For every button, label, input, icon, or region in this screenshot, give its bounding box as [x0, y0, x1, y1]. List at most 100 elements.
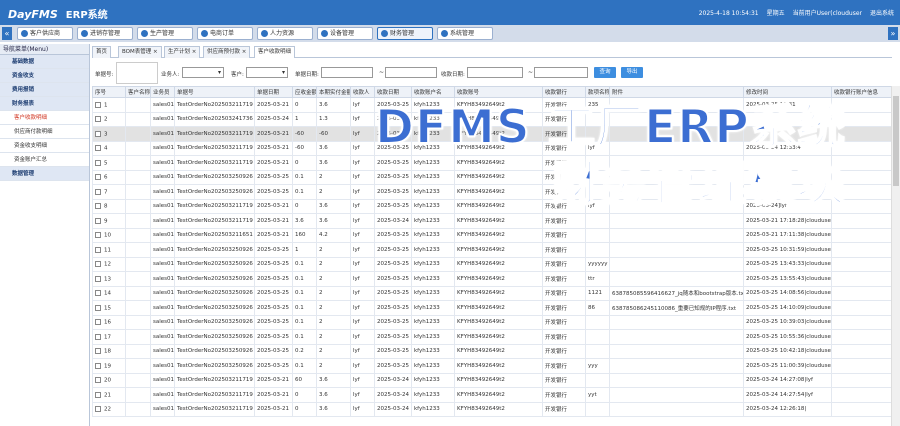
- row-checkbox[interactable]: [95, 174, 101, 180]
- table-row[interactable]: 21 sales01 TestOrderNo202503211719 2025-03-…: [92, 387, 891, 403]
- nav-system[interactable]: 系统管理: [437, 27, 493, 40]
- order-date-start[interactable]: [321, 67, 373, 78]
- row-checkbox[interactable]: [95, 275, 101, 282]
- row-checkbox[interactable]: [95, 116, 101, 122]
- row-checkbox[interactable]: [95, 101, 101, 108]
- tab-customer-receipts[interactable]: 客户收款明细: [254, 46, 296, 58]
- nav-ecommerce[interactable]: 电商订单: [197, 27, 253, 40]
- receipt-date-end[interactable]: [534, 67, 588, 78]
- table-cell: 6: [92, 169, 126, 185]
- row-checkbox[interactable]: [95, 130, 101, 137]
- column-header[interactable]: 收款人: [350, 86, 375, 98]
- table-row[interactable]: 12 sales01 TestOrderNo202503250926 2025-03-…: [92, 256, 891, 272]
- nav-equipment[interactable]: 设备管理: [317, 27, 373, 40]
- table-row[interactable]: 10 sales01 TestOrderNo202503211651 2025-03-…: [92, 227, 891, 243]
- row-checkbox[interactable]: [95, 232, 101, 238]
- table-cell: 2025-03-25 10:31:59|clouduser: [743, 242, 832, 258]
- row-checkbox[interactable]: [95, 406, 101, 412]
- column-header[interactable]: 单据日期: [254, 86, 293, 98]
- salesman-select[interactable]: ▾: [182, 67, 224, 78]
- table-row[interactable]: 19 sales01 TestOrderNo202503250926 2025-03-…: [92, 358, 891, 374]
- table-cell: kfyh1233: [411, 300, 455, 316]
- tab-bom[interactable]: BOM表管理 ×: [118, 46, 162, 58]
- row-checkbox[interactable]: [95, 304, 101, 311]
- row-checkbox[interactable]: [95, 333, 101, 340]
- table-cell: lyf: [350, 358, 375, 374]
- column-header[interactable]: 单据号: [174, 86, 255, 98]
- row-checkbox[interactable]: [95, 290, 101, 296]
- table-cell: sales01: [150, 401, 175, 417]
- row-checkbox[interactable]: [95, 319, 101, 325]
- table-row[interactable]: 20 sales01 TestOrderNo202503211719 2025-03-…: [92, 372, 891, 388]
- row-checkbox[interactable]: [95, 391, 101, 398]
- row-checkbox[interactable]: [95, 188, 101, 195]
- column-header[interactable]: 本期实付金额: [316, 86, 351, 98]
- row-checkbox[interactable]: [95, 145, 101, 151]
- row-checkbox[interactable]: [95, 246, 101, 253]
- sidebar-item-expense[interactable]: 费用报销: [0, 83, 89, 97]
- order-date-label: 单据日期:: [295, 72, 319, 78]
- table-cell: 2025-03-25: [374, 314, 412, 330]
- sidebar-item-supplier-payments[interactable]: 供应商付款明细: [0, 125, 89, 139]
- table-row[interactable]: 17 sales01 TestOrderNo202503250926 2025-03-…: [92, 329, 891, 345]
- table-row[interactable]: 14 sales01 TestOrderNo202503250926 2025-03-…: [92, 285, 891, 301]
- table-row[interactable]: 13 sales01 TestOrderNo202503250926 2025-03-…: [92, 271, 891, 287]
- row-checkbox[interactable]: [95, 261, 101, 267]
- table-cell: 0.1: [292, 285, 317, 301]
- sidebar-item-data-management[interactable]: 数据管理: [0, 167, 89, 181]
- row-checkbox[interactable]: [95, 377, 101, 383]
- row-checkbox[interactable]: [95, 348, 101, 354]
- nav-hr[interactable]: 人力资源: [257, 27, 313, 40]
- table-cell: sales01: [150, 227, 175, 243]
- logout-link[interactable]: 退出系统: [870, 10, 894, 17]
- sidebar-item-customer-receipts[interactable]: 客户收款明细: [0, 111, 89, 125]
- row-checkbox[interactable]: [95, 217, 101, 224]
- nav-inventory[interactable]: 进销存管理: [77, 27, 133, 40]
- column-header[interactable]: 客户名称: [125, 86, 151, 98]
- table-cell: 2025-03-25 13:55:43|clouduser: [743, 271, 832, 287]
- nav-production[interactable]: 生产管理: [137, 27, 193, 40]
- row-checkbox[interactable]: [95, 159, 101, 166]
- grid-scrollbar-thumb[interactable]: [893, 96, 899, 186]
- table-cell: [125, 184, 151, 200]
- table-cell: 0.2: [292, 343, 317, 359]
- column-header[interactable]: 业务员: [150, 86, 175, 98]
- search-button[interactable]: 查询: [594, 67, 616, 78]
- table-row[interactable]: 18 sales01 TestOrderNo202503250926 2025-03-…: [92, 343, 891, 359]
- table-row[interactable]: 16 sales01 TestOrderNo202503250926 2025-03-…: [92, 314, 891, 330]
- receipt-date-start[interactable]: [467, 67, 523, 78]
- tab-home[interactable]: 首页: [92, 46, 112, 58]
- table-cell: [609, 372, 744, 388]
- table-row[interactable]: 15 sales01 TestOrderNo202503250926 2025-03-…: [92, 300, 891, 316]
- table-cell: sales01: [150, 285, 175, 301]
- nav-customer-supplier[interactable]: 客户供应商: [17, 27, 73, 40]
- table-cell: lyf: [350, 227, 375, 243]
- table-cell: 2025-03-25: [254, 242, 293, 258]
- nav-scroll-left-icon[interactable]: «: [2, 27, 12, 40]
- table-row[interactable]: 11 sales01 TestOrderNo202503250926 2025-03-…: [92, 242, 891, 258]
- table-cell: 0.1: [292, 329, 317, 345]
- nav-scroll-right-icon[interactable]: »: [888, 27, 898, 40]
- order-no-input[interactable]: [116, 62, 158, 84]
- tab-production-plan[interactable]: 生产计划 ×: [164, 46, 201, 58]
- sidebar-item-account-summary[interactable]: 资金账户汇总: [0, 153, 89, 167]
- table-row[interactable]: 9 sales01 TestOrderNo202503211719 2025-03-2…: [92, 213, 891, 229]
- export-button[interactable]: 导出: [621, 67, 643, 78]
- row-checkbox[interactable]: [95, 362, 101, 369]
- row-checkbox[interactable]: [95, 203, 101, 209]
- order-date-end[interactable]: [385, 67, 437, 78]
- column-header[interactable]: 序号: [92, 86, 126, 98]
- grid-scrollbar[interactable]: [891, 86, 900, 426]
- table-cell: 开发银行: [542, 227, 586, 243]
- sidebar-item-fund-details[interactable]: 资金收支明细: [0, 139, 89, 153]
- column-header[interactable]: 应收金额: [292, 86, 317, 98]
- table-cell: 2: [316, 285, 351, 301]
- customer-select[interactable]: ▾: [246, 67, 288, 78]
- table-row[interactable]: 22 sales01 TestOrderNo202503211719 2025-03-…: [92, 401, 891, 417]
- sidebar-item-reports[interactable]: 财务报表: [0, 97, 89, 111]
- nav-finance[interactable]: 财务管理: [377, 27, 433, 40]
- tab-supplier-prepay[interactable]: 供应商预付款 ×: [203, 46, 251, 58]
- sidebar-item-fund-flow[interactable]: 资金收支: [0, 69, 89, 83]
- table-cell: 2025-03-25 10:39:03|clouduser: [743, 314, 832, 330]
- sidebar-item-basic-data[interactable]: 基础数据: [0, 55, 89, 69]
